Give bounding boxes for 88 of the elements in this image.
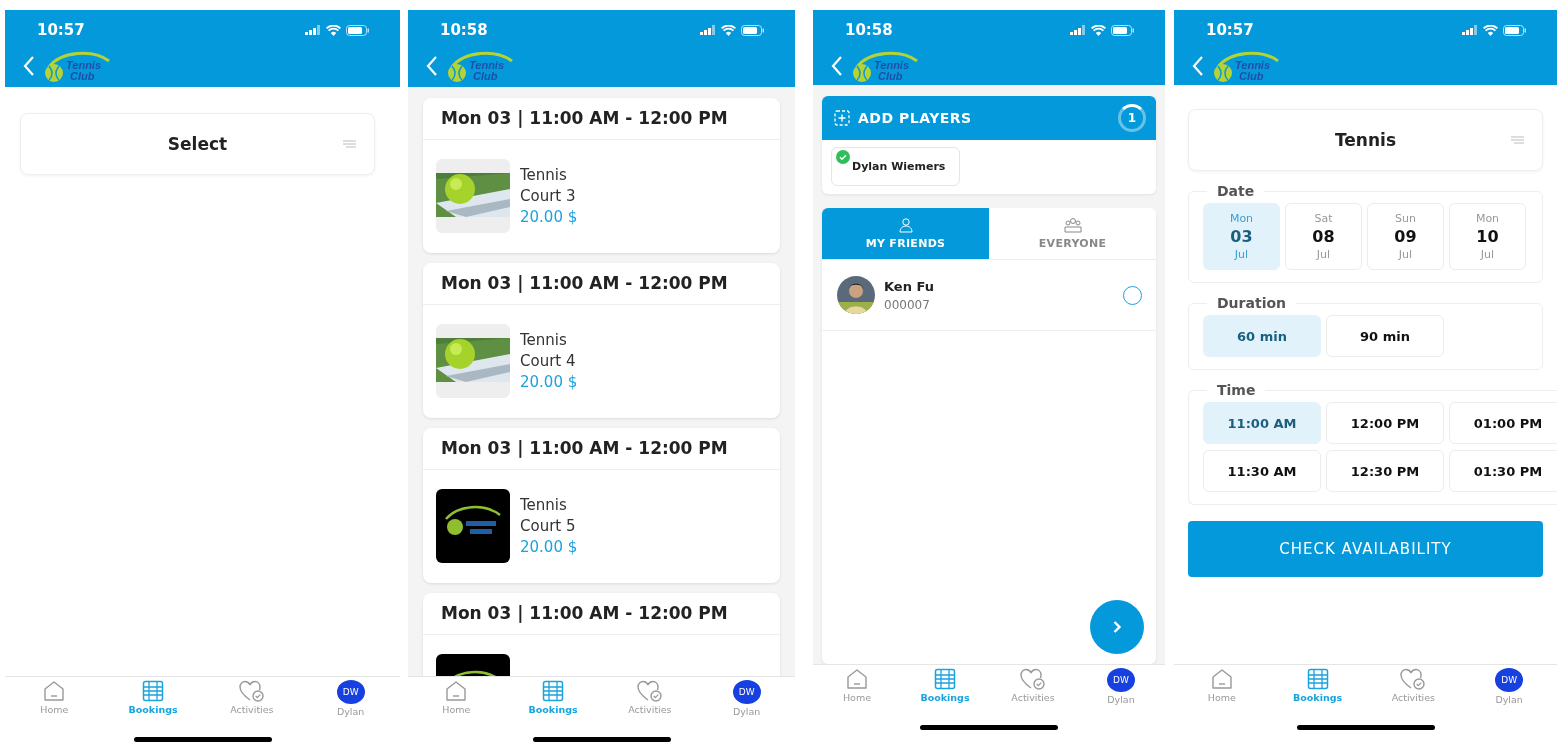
- club-logo: Tennis Club: [1210, 49, 1280, 83]
- grid-icon: [142, 680, 165, 702]
- nav-tab[interactable]: DW Dylan: [1077, 668, 1165, 714]
- heart-check-icon: [238, 680, 265, 702]
- wifi-icon: [721, 24, 736, 36]
- time-option[interactable]: 11:30 AM: [1203, 450, 1321, 492]
- friend-row[interactable]: Ken Fu 000007: [822, 260, 1156, 331]
- slot-card[interactable]: Mon 03 | 11:00 AM - 12:00 PM Tennis Court 5 20.00 $: [423, 428, 780, 583]
- sport-select[interactable]: Tennis: [1188, 109, 1543, 171]
- signal-icon: [700, 25, 716, 35]
- group-icon: [1063, 217, 1082, 233]
- slot-card[interactable]: Mon 03 | 11:00 AM - 12:00 PM: [423, 593, 780, 676]
- next-button[interactable]: [1090, 600, 1144, 654]
- signal-icon: [305, 25, 321, 35]
- home-icon: [1210, 668, 1233, 690]
- heart-check-icon: [1400, 668, 1427, 690]
- status-time: 10:57: [1206, 21, 1254, 39]
- back-icon[interactable]: [23, 56, 35, 76]
- battery-icon: [1503, 24, 1527, 36]
- sport-name: Tennis: [520, 331, 568, 349]
- chevron-right-icon: [1112, 620, 1122, 634]
- battery-icon: [741, 24, 765, 36]
- time-option[interactable]: 01:30 PM: [1449, 450, 1557, 492]
- status-time: 10:57: [37, 21, 85, 39]
- grid-icon: [1306, 668, 1329, 690]
- player-chip[interactable]: Dylan Wiemers: [831, 147, 961, 186]
- price: 20.00 $: [520, 208, 578, 226]
- list-icon: [343, 140, 356, 148]
- list-icon: [1511, 136, 1524, 144]
- court-name: Court 5: [520, 517, 577, 535]
- back-icon[interactable]: [426, 56, 438, 76]
- wifi-icon: [1091, 24, 1106, 36]
- grid-icon: [934, 668, 956, 690]
- slot-card[interactable]: Mon 03 | 11:00 AM - 12:00 PM Tennis Court 3 20.00 $: [423, 98, 780, 253]
- status-time: 10:58: [845, 21, 893, 39]
- section-label: Time: [1216, 383, 1257, 398]
- club-logo: Tennis Club: [41, 49, 111, 83]
- nav-tab[interactable]: DW Dylan: [698, 680, 795, 726]
- signal-icon: [1070, 25, 1086, 35]
- duration-option[interactable]: 60 min: [1203, 315, 1321, 357]
- heart-check-icon: [636, 680, 663, 702]
- home-icon: [445, 680, 468, 702]
- date-option[interactable]: Mon 03 Jul: [1203, 203, 1280, 270]
- sport-select[interactable]: Select: [20, 113, 375, 175]
- member-id: 000007: [884, 297, 931, 312]
- time-option[interactable]: 11:00 AM: [1203, 402, 1321, 444]
- tab[interactable]: EVERYONE: [989, 208, 1156, 259]
- wifi-icon: [326, 24, 341, 36]
- duration-option[interactable]: 90 min: [1326, 315, 1444, 357]
- back-icon[interactable]: [1192, 56, 1204, 76]
- wifi-icon: [1483, 24, 1498, 36]
- slot-card[interactable]: Mon 03 | 11:00 AM - 12:00 PM Tennis Court 4 20.00 $: [423, 263, 780, 418]
- slot-time: Mon 03 | 11:00 AM - 12:00 PM: [423, 263, 780, 305]
- club-logo: Tennis Club: [444, 49, 514, 83]
- slot-time: Mon 03 | 11:00 AM - 12:00 PM: [423, 428, 780, 470]
- sport-name: Tennis: [520, 166, 568, 184]
- battery-icon: [346, 24, 370, 36]
- nav-tab[interactable]: DW Dylan: [301, 680, 400, 726]
- date-option[interactable]: Sun 09 Jul: [1367, 203, 1444, 270]
- club-logo: Tennis Club: [849, 49, 919, 83]
- time-option[interactable]: 12:00 PM: [1326, 402, 1444, 444]
- nav-tab[interactable]: DW Dylan: [1461, 668, 1557, 714]
- date-option[interactable]: Mon 10 Jul: [1449, 203, 1526, 270]
- court-name: Court 4: [520, 352, 577, 370]
- person-icon: [897, 217, 914, 233]
- status-time: 10:58: [440, 21, 488, 39]
- section-label: Duration: [1216, 295, 1287, 311]
- time-option[interactable]: 12:30 PM: [1326, 450, 1444, 492]
- add-players-title: ADD PLAYERS: [858, 110, 973, 126]
- slot-time: Mon 03 | 11:00 AM - 12:00 PM: [423, 98, 780, 140]
- home-icon: [846, 668, 868, 690]
- date-option[interactable]: Sat 08 Jul: [1285, 203, 1362, 270]
- time-option[interactable]: 01:00 PM: [1449, 402, 1557, 444]
- player-count: 1: [1118, 104, 1146, 132]
- back-icon[interactable]: [831, 56, 843, 76]
- section-label: Date: [1216, 183, 1256, 199]
- price: 20.00 $: [520, 373, 578, 391]
- heart-check-icon: [1020, 668, 1046, 690]
- grid-icon: [542, 680, 565, 702]
- battery-icon: [1111, 24, 1135, 36]
- signal-icon: [1462, 25, 1478, 35]
- add-icon[interactable]: [834, 110, 850, 126]
- sport-name: Tennis: [520, 496, 568, 514]
- home-icon: [43, 680, 66, 702]
- slot-time: Mon 03 | 11:00 AM - 12:00 PM: [423, 593, 780, 635]
- price: 20.00 $: [520, 538, 578, 556]
- friend-name: Ken Fu: [884, 278, 935, 294]
- court-name: Court 3: [520, 187, 577, 205]
